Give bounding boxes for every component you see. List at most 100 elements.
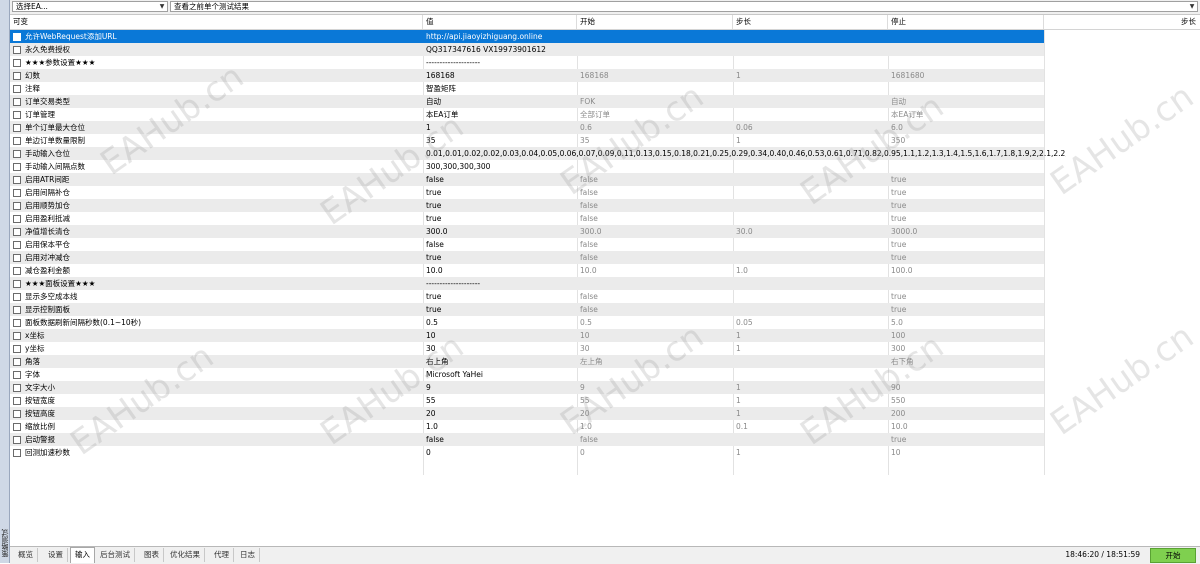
tab-2[interactable]: 输入 — [70, 547, 95, 563]
parameter-value[interactable]: false — [426, 238, 576, 251]
parameter-stop[interactable] — [891, 147, 1041, 160]
parameter-value[interactable]: 1 — [426, 121, 576, 134]
parameter-value[interactable]: 10.0 — [426, 264, 576, 277]
parameter-start[interactable]: 0.6 — [580, 121, 730, 134]
table-row[interactable]: 启用ATR间距 false false true — [10, 173, 1044, 186]
parameter-stop[interactable]: 350 — [891, 134, 1041, 147]
parameter-start[interactable]: 168168 — [580, 69, 730, 82]
table-row[interactable]: 启用间隔补仓 true false true — [10, 186, 1044, 199]
parameter-step[interactable] — [736, 95, 886, 108]
column-header-step-2[interactable]: 步长 — [1044, 15, 1200, 29]
parameter-step[interactable] — [736, 160, 886, 173]
parameter-value[interactable]: true — [426, 186, 576, 199]
parameter-step[interactable]: 0.06 — [736, 121, 886, 134]
parameter-stop[interactable] — [891, 43, 1041, 56]
parameter-value[interactable]: 本EA订单 — [426, 108, 576, 121]
tab-7[interactable]: 日志 — [236, 548, 260, 562]
tab-1[interactable]: 设置 — [44, 548, 68, 562]
parameter-value[interactable]: 168168 — [426, 69, 576, 82]
parameter-value[interactable]: 300,300,300,300 — [426, 160, 576, 173]
parameter-value[interactable]: 20 — [426, 407, 576, 420]
start-button[interactable]: 开始 — [1150, 548, 1196, 563]
parameter-stop[interactable] — [891, 82, 1041, 95]
table-row[interactable]: 手动输入仓位 0.01,0.01,0.02,0.02,0.03,0.04,0.05… — [10, 147, 1066, 160]
parameter-step[interactable]: 0.1 — [736, 420, 886, 433]
table-row[interactable]: 手动输入间隔点数 300,300,300,300 — [10, 160, 1044, 173]
parameter-start[interactable]: false — [580, 251, 730, 264]
parameter-step[interactable] — [736, 43, 886, 56]
parameter-value[interactable]: 自动 — [426, 95, 576, 108]
parameter-stop[interactable]: 6.0 — [891, 121, 1041, 134]
parameter-step[interactable] — [736, 56, 886, 69]
table-row[interactable]: y坐标 30 30 1 300 — [10, 342, 1044, 355]
parameter-value[interactable]: true — [426, 212, 576, 225]
parameter-start[interactable]: false — [580, 303, 730, 316]
strategy-tester-side-strip[interactable]: 策略测试 — [0, 0, 10, 563]
parameter-step[interactable]: 30.0 — [736, 225, 886, 238]
ea-select-dropdown[interactable]: 选择EA... ▼ — [12, 1, 168, 12]
parameter-start[interactable]: 35 — [580, 134, 730, 147]
parameter-start[interactable]: false — [580, 238, 730, 251]
parameter-start[interactable]: 0 — [580, 446, 730, 459]
table-row[interactable]: ★★★参数设置★★★ -------------------- — [10, 56, 1044, 69]
parameter-step[interactable] — [736, 173, 886, 186]
parameter-value[interactable]: 0 — [426, 446, 576, 459]
parameter-stop[interactable]: 本EA订单 — [891, 108, 1041, 121]
parameter-start[interactable]: 左上角 — [580, 355, 730, 368]
parameter-value[interactable]: 右上角 — [426, 355, 576, 368]
parameter-step[interactable] — [736, 355, 886, 368]
parameter-start[interactable] — [580, 82, 730, 95]
parameter-start[interactable] — [580, 147, 730, 160]
parameter-step[interactable] — [736, 147, 886, 160]
parameter-value[interactable]: 智盈矩阵 — [426, 82, 576, 95]
table-row[interactable]: 幻数 168168 168168 1 1681680 — [10, 69, 1044, 82]
parameter-start[interactable]: 0.5 — [580, 316, 730, 329]
parameter-start[interactable]: false — [580, 186, 730, 199]
parameter-stop[interactable]: true — [891, 199, 1041, 212]
parameter-value[interactable]: QQ317347616 VX19973901612 — [426, 43, 576, 56]
parameter-start[interactable]: 300.0 — [580, 225, 730, 238]
parameter-stop[interactable]: 200 — [891, 407, 1041, 420]
parameter-value[interactable]: 30 — [426, 342, 576, 355]
table-row[interactable]: 单个订单最大仓位 1 0.6 0.06 6.0 — [10, 121, 1044, 134]
table-row[interactable]: 永久免费授权 QQ317347616 VX19973901612 — [10, 43, 1044, 56]
table-row[interactable]: 回测加速秒数 0 0 1 10 — [10, 446, 1044, 459]
parameter-step[interactable]: 1 — [736, 69, 886, 82]
parameter-step[interactable]: 1 — [736, 394, 886, 407]
parameter-value[interactable]: 10 — [426, 329, 576, 342]
parameter-stop[interactable]: 右下角 — [891, 355, 1041, 368]
parameter-stop[interactable]: 300 — [891, 342, 1041, 355]
parameter-stop[interactable]: 90 — [891, 381, 1041, 394]
parameter-value[interactable]: false — [426, 173, 576, 186]
parameter-stop[interactable]: 5.0 — [891, 316, 1041, 329]
parameter-start[interactable]: 9 — [580, 381, 730, 394]
parameter-step[interactable] — [736, 433, 886, 446]
column-header-start[interactable]: 开始 — [577, 15, 733, 29]
parameter-start[interactable]: FOK — [580, 95, 730, 108]
chevron-down-icon[interactable]: ▼ — [1187, 2, 1197, 11]
table-row[interactable]: 缩放比例 1.0 1.0 0.1 10.0 — [10, 420, 1044, 433]
parameter-start[interactable]: 全部订单 — [580, 108, 730, 121]
parameter-value[interactable]: 35 — [426, 134, 576, 147]
parameter-start[interactable] — [580, 30, 730, 43]
parameter-stop[interactable]: 自动 — [891, 95, 1041, 108]
parameter-value[interactable]: 300.0 — [426, 225, 576, 238]
parameter-value[interactable]: true — [426, 303, 576, 316]
tab-0[interactable]: 概览 — [14, 548, 38, 562]
parameter-step[interactable] — [736, 290, 886, 303]
parameter-stop[interactable]: true — [891, 186, 1041, 199]
previous-result-dropdown[interactable]: 查看之前单个测试结果 ▼ — [170, 1, 1198, 12]
tab-5[interactable]: 优化结果 — [166, 548, 205, 562]
parameter-stop[interactable]: true — [891, 173, 1041, 186]
parameter-value[interactable]: -------------------- — [426, 56, 576, 69]
table-row[interactable]: 单边订单数量限制 35 35 1 350 — [10, 134, 1044, 147]
parameter-value[interactable]: true — [426, 290, 576, 303]
parameter-value[interactable]: 55 — [426, 394, 576, 407]
parameter-start[interactable]: 10 — [580, 329, 730, 342]
parameter-stop[interactable]: true — [891, 290, 1041, 303]
parameter-stop[interactable]: 550 — [891, 394, 1041, 407]
parameter-start[interactable]: 20 — [580, 407, 730, 420]
column-header-variable[interactable]: 可变 — [10, 15, 423, 29]
parameter-stop[interactable]: 100.0 — [891, 264, 1041, 277]
parameter-stop[interactable] — [891, 56, 1041, 69]
